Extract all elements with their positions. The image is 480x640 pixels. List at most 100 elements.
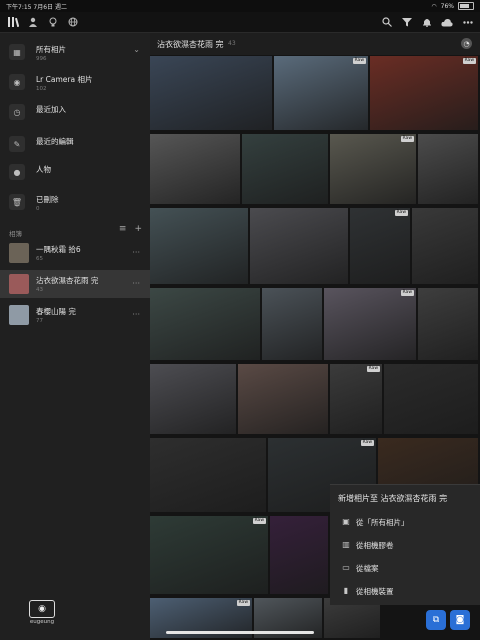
menu-item-label: 從「所有相片」: [356, 518, 409, 527]
wifi-icon: ◠: [431, 2, 437, 10]
status-date: 7月6日 週二: [33, 4, 67, 11]
sidebar-item-count: 996: [36, 56, 47, 62]
photo-thumbnail[interactable]: [238, 364, 328, 434]
photo-thumbnail[interactable]: [150, 438, 266, 512]
trash-icon: 🗑: [9, 194, 25, 210]
photo-thumbnail[interactable]: [418, 134, 478, 204]
raw-badge: Raw: [352, 58, 366, 64]
photo-thumbnail[interactable]: Raw: [350, 208, 410, 284]
logo-text: eugeung: [29, 619, 55, 625]
raw-badge: Raw: [360, 440, 374, 446]
status-time: 下午7:15: [6, 4, 32, 11]
grid-header: 沾衣欲濕杏花雨 完 43 ◔: [150, 33, 480, 55]
sort-icon[interactable]: ≡: [119, 224, 127, 234]
clock-icon: ◷: [9, 104, 25, 120]
photo-thumbnail[interactable]: [250, 208, 348, 284]
collection-count: 43: [36, 287, 43, 293]
section-label-albums: 相簿: [9, 230, 22, 238]
person-icon: ●: [9, 164, 25, 180]
photo-thumbnail[interactable]: Raw: [330, 364, 382, 434]
more-icon[interactable]: ···: [132, 279, 140, 288]
add-icon[interactable]: +: [134, 224, 142, 234]
collection-count: 77: [36, 318, 43, 324]
menu-item-from-camera-device[interactable]: ▮ 從相機裝置: [330, 580, 480, 602]
more-icon[interactable]: ···: [132, 248, 140, 257]
sidebar-item-label: 所有相片: [36, 45, 66, 54]
edit-icon: ✎: [9, 136, 25, 152]
sidebar-item-people[interactable]: ● 人物: [0, 157, 150, 187]
photo-thumbnail[interactable]: Raw: [330, 134, 416, 204]
photo-thumbnail[interactable]: Raw: [324, 288, 416, 360]
camera-icon: ◉: [9, 74, 25, 90]
menu-item-from-all-photos[interactable]: ▣ 從「所有相片」: [330, 511, 480, 533]
menu-item-from-files[interactable]: ▭ 從檔案: [330, 557, 480, 579]
globe-icon[interactable]: [66, 15, 80, 29]
sidebar-item-count: 0: [36, 206, 40, 212]
photo-thumbnail[interactable]: Raw: [274, 56, 368, 130]
cloud-icon[interactable]: [440, 15, 454, 29]
filter-icon[interactable]: [400, 15, 414, 29]
library-icon[interactable]: [6, 15, 20, 29]
sidebar-item-all-photos[interactable]: ▦ 所有相片 996 ⌄: [0, 37, 150, 67]
sidebar-item-recently-added[interactable]: ◷ 最近加入: [0, 97, 150, 127]
photo-thumbnail[interactable]: Raw: [370, 56, 478, 130]
camera-roll-icon: ▥: [342, 540, 350, 549]
photo-thumbnail[interactable]: [150, 208, 248, 284]
photo-thumbnail[interactable]: [418, 288, 478, 360]
collection-item[interactable]: 一隅秋霜 拾6 65 ···: [0, 239, 150, 267]
photo-thumbnail[interactable]: [150, 134, 240, 204]
battery-icon: [458, 2, 474, 10]
add-photo-icon: ⧉: [432, 615, 440, 625]
add-photos-menu: 新增相片至 沾衣欲濕杏花雨 完 ▣ 從「所有相片」 ▥ 從相機膠卷 ▭ 從檔案 …: [330, 484, 480, 605]
camera-logo-icon: ◉: [29, 600, 55, 618]
collection-item-selected[interactable]: 沾衣欲濕杏花雨 完 43 ···: [0, 270, 150, 298]
sidebar-item-recent-edits[interactable]: ✎ 最近的編輯: [0, 129, 150, 159]
people-icon[interactable]: [26, 15, 40, 29]
raw-badge: Raw: [400, 136, 414, 142]
photo-thumbnail[interactable]: Raw: [150, 516, 268, 594]
camera-button[interactable]: ◙: [450, 610, 470, 630]
page-title: 沾衣欲濕杏花雨 完: [157, 40, 224, 49]
raw-badge: Raw: [400, 290, 414, 296]
more-icon[interactable]: ···: [132, 310, 140, 319]
sidebar: ▦ 所有相片 996 ⌄ ◉ Lr Camera 相片 102 ◷ 最近加入 ✎…: [0, 33, 150, 640]
status-bar: 下午7:15 7月6日 週二 ◠ 76%: [0, 0, 480, 12]
collection-title: 一隅秋霜 拾6: [36, 245, 81, 254]
more-icon[interactable]: [461, 15, 475, 29]
photo-thumbnail[interactable]: [150, 364, 236, 434]
add-photo-button[interactable]: ⧉: [426, 610, 446, 630]
raw-badge: Raw: [366, 366, 380, 372]
menu-item-label: 從檔案: [356, 564, 379, 573]
collection-count: 65: [36, 256, 43, 262]
photo-thumbnail[interactable]: [242, 134, 328, 204]
raw-badge: Raw: [462, 58, 476, 64]
bell-icon[interactable]: [420, 15, 434, 29]
folder-icon: ▭: [342, 563, 350, 572]
sidebar-item-deleted[interactable]: 🗑 已刪除 0: [0, 187, 150, 217]
photo-thumbnail[interactable]: [150, 288, 260, 360]
chevron-down-icon[interactable]: ⌄: [133, 45, 140, 54]
photo-thumbnail[interactable]: [262, 288, 322, 360]
photo-thumbnail[interactable]: [412, 208, 478, 284]
sidebar-item-label: Lr Camera 相片: [36, 75, 93, 84]
collection-item[interactable]: 春櫻山陽 完 77 ···: [0, 301, 150, 329]
raw-badge: Raw: [252, 518, 266, 524]
top-toolbar: [0, 12, 480, 33]
menu-item-label: 從相機膠卷: [356, 541, 394, 550]
sd-card-icon: ▮: [343, 586, 349, 595]
profile-icon[interactable]: ◔: [461, 38, 472, 49]
raw-badge: Raw: [236, 600, 250, 606]
collection-title: 沾衣欲濕杏花雨 完: [36, 276, 99, 285]
photo-thumbnail[interactable]: [150, 56, 272, 130]
sidebar-item-lr-camera[interactable]: ◉ Lr Camera 相片 102: [0, 67, 150, 97]
photo-thumbnail[interactable]: [384, 364, 478, 434]
menu-item-from-camera-roll[interactable]: ▥ 從相機膠卷: [330, 534, 480, 556]
watermark-logo: ◉ eugeung: [29, 600, 55, 628]
lightbulb-icon[interactable]: [46, 15, 60, 29]
search-icon[interactable]: [380, 15, 394, 29]
raw-badge: Raw: [394, 210, 408, 216]
collection-thumbnail: [9, 274, 29, 294]
menu-header: 新增相片至 沾衣欲濕杏花雨 完: [338, 494, 448, 503]
photo-thumbnail[interactable]: [270, 516, 328, 594]
photo-library-icon: ▦: [9, 44, 25, 60]
